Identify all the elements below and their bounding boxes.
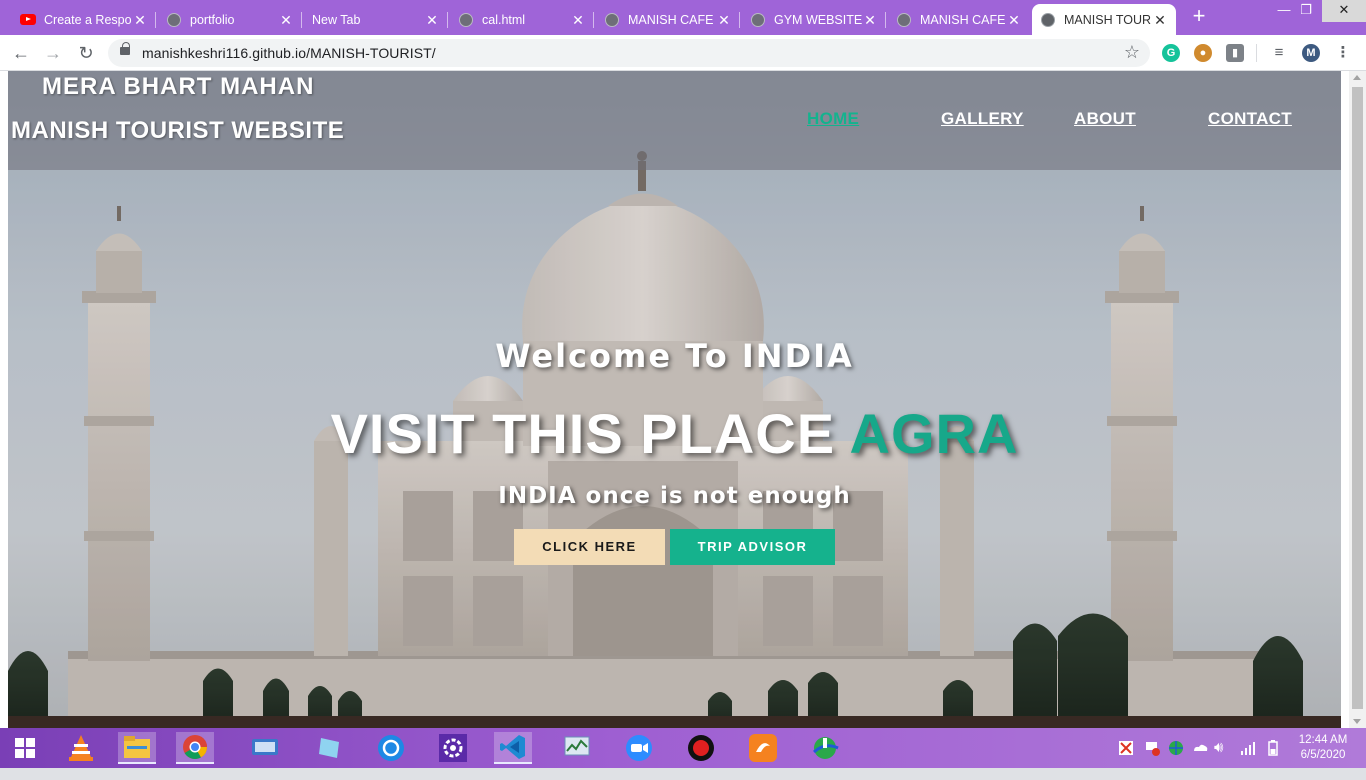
- tab-title: MANISH CAFE: [920, 12, 1006, 27]
- nav-link-about[interactable]: ABOUT: [1074, 109, 1136, 129]
- bookmark-star-icon[interactable]: ☆: [1124, 42, 1140, 63]
- new-tab-plus-icon[interactable]: +: [1188, 5, 1210, 28]
- vertical-scrollbar[interactable]: [1349, 71, 1366, 728]
- tray-flag-icon[interactable]: [1144, 740, 1160, 780]
- screen-recorder-icon[interactable]: [682, 732, 720, 764]
- tray-network-globe-icon[interactable]: [1168, 740, 1184, 780]
- nav-link-home[interactable]: HOME: [807, 109, 859, 129]
- close-tab-icon[interactable]: ✕: [1006, 12, 1022, 28]
- close-tab-icon[interactable]: ✕: [862, 12, 878, 28]
- close-tab-icon[interactable]: ✕: [278, 12, 294, 28]
- close-tab-icon[interactable]: ✕: [424, 12, 440, 28]
- windows-taskbar: 🔊︎ 12:44 AM 6/5/2020: [0, 728, 1366, 768]
- hero-headline-accent: AGRA: [849, 402, 1019, 465]
- browser-tab[interactable]: cal.html ✕: [450, 4, 594, 35]
- page-left-gutter: [0, 71, 8, 728]
- globe-icon: [458, 12, 474, 28]
- browser-tab[interactable]: MANISH CAFE ✕: [888, 4, 1030, 35]
- page-viewport: MERA BHART MAHAN MANISH TOURIST WEBSITE …: [8, 71, 1341, 728]
- address-bar[interactable]: manishkeshri116.github.io/MANISH-TOURIST…: [108, 39, 1150, 67]
- hero-headline-prefix: VISIT THIS PLACE: [330, 402, 836, 465]
- battery-icon[interactable]: [1268, 740, 1278, 780]
- chrome-icon[interactable]: [176, 732, 214, 764]
- close-tab-icon[interactable]: ✕: [716, 12, 732, 28]
- close-tab-icon[interactable]: ✕: [132, 12, 148, 28]
- zoom-icon[interactable]: [620, 732, 658, 764]
- site-header: MERA BHART MAHAN MANISH TOURIST WEBSITE …: [8, 71, 1341, 170]
- tray-onedrive-icon[interactable]: [1192, 740, 1208, 780]
- on-screen-keyboard-icon[interactable]: [246, 732, 284, 764]
- close-window-icon[interactable]: ✕: [1322, 0, 1366, 22]
- clock-time: 12:44 AM: [1298, 734, 1348, 746]
- tab-title: cal.html: [482, 12, 526, 27]
- cookie-extension-icon[interactable]: ●: [1194, 44, 1212, 62]
- tab-title: GYM WEBSITE: [774, 12, 862, 27]
- browser-tab[interactable]: GYM WEBSITE ✕: [742, 4, 886, 35]
- grammarly-extension-icon[interactable]: G: [1162, 44, 1180, 62]
- trip-advisor-button[interactable]: TRIP ADVISOR: [670, 529, 835, 565]
- globe-icon: [1040, 12, 1056, 28]
- close-tab-icon[interactable]: ✕: [1152, 12, 1168, 28]
- lock-icon[interactable]: [120, 42, 130, 55]
- tab-title: New Tab: [312, 12, 361, 27]
- close-tab-icon[interactable]: ✕: [570, 12, 586, 28]
- windows-start-icon[interactable]: [6, 732, 44, 764]
- browser-tab[interactable]: New Tab ✕: [304, 4, 448, 35]
- browser-toolbar: ← → ↻ manishkeshri116.github.io/MANISH-T…: [0, 35, 1366, 71]
- media-queue-icon[interactable]: ≡: [1270, 44, 1288, 62]
- tab-title: Create a Respo: [44, 12, 132, 27]
- hero-tagline: INDIA once is not enough: [498, 483, 851, 509]
- nav-link-contact[interactable]: CONTACT: [1208, 109, 1292, 129]
- vlc-icon[interactable]: [62, 732, 100, 764]
- brand-tagline: MERA BHART MAHAN: [42, 73, 315, 100]
- page-right-gutter: [1341, 71, 1349, 728]
- profile-avatar[interactable]: M: [1302, 44, 1320, 62]
- reload-icon[interactable]: ↻: [73, 41, 99, 65]
- tab-title: MANISH CAFE: [628, 12, 714, 27]
- toolbar-divider: [1256, 44, 1257, 62]
- tab-title: portfolio: [190, 12, 235, 27]
- tray-antivirus-icon[interactable]: [1118, 740, 1134, 780]
- vscode-icon[interactable]: [494, 732, 532, 764]
- url-text: manishkeshri116.github.io/MANISH-TOURIST…: [142, 45, 436, 61]
- volume-icon[interactable]: 🔊︎: [1214, 739, 1223, 779]
- youtube-icon: [20, 12, 36, 28]
- browser-tab-active[interactable]: MANISH TOUR ✕: [1032, 4, 1176, 35]
- click-here-button[interactable]: CLICK HERE: [514, 529, 665, 565]
- hero-headline: VISIT THIS PLACE AGRA: [8, 401, 1341, 466]
- system-clock[interactable]: 12:44 AM 6/5/2020: [1292, 733, 1354, 763]
- nav-link-gallery[interactable]: GALLERY: [941, 109, 1024, 129]
- browser-tab[interactable]: MANISH CAFE ✕: [596, 4, 740, 35]
- wifi-signal-icon[interactable]: [1240, 740, 1256, 780]
- stats-extension-icon[interactable]: ▮: [1226, 44, 1244, 62]
- clock-date: 6/5/2020: [1300, 749, 1346, 761]
- settings-gear-icon[interactable]: [434, 732, 472, 764]
- notes-app-icon[interactable]: [310, 732, 348, 764]
- system-monitor-icon[interactable]: [558, 732, 596, 764]
- scrollbar-thumb[interactable]: [1352, 87, 1363, 709]
- tab-title: MANISH TOUR: [1064, 12, 1152, 27]
- menu-dots-icon[interactable]: ⋮: [1334, 44, 1352, 62]
- shareit-icon[interactable]: [372, 732, 410, 764]
- scroll-down-arrow-icon[interactable]: [1353, 719, 1361, 724]
- internet-download-manager-icon[interactable]: [806, 732, 844, 764]
- hero-welcome-text: Welcome To INDIA: [495, 337, 854, 375]
- globe-icon: [604, 12, 620, 28]
- brand-title: MANISH TOURIST WEBSITE: [11, 117, 345, 144]
- uc-browser-icon[interactable]: [744, 732, 782, 764]
- globe-icon: [166, 12, 182, 28]
- globe-icon: [750, 12, 766, 28]
- file-explorer-icon[interactable]: [118, 732, 156, 764]
- scroll-up-arrow-icon[interactable]: [1353, 75, 1361, 80]
- back-arrow-icon[interactable]: ←: [8, 41, 34, 65]
- browser-tab[interactable]: portfolio ✕: [158, 4, 302, 35]
- browser-tab-strip: Create a Respo ✕ portfolio ✕ New Tab ✕ c…: [0, 0, 1366, 35]
- forward-arrow-icon[interactable]: →: [40, 41, 66, 65]
- browser-tab[interactable]: Create a Respo ✕: [12, 4, 156, 35]
- globe-icon: [896, 12, 912, 28]
